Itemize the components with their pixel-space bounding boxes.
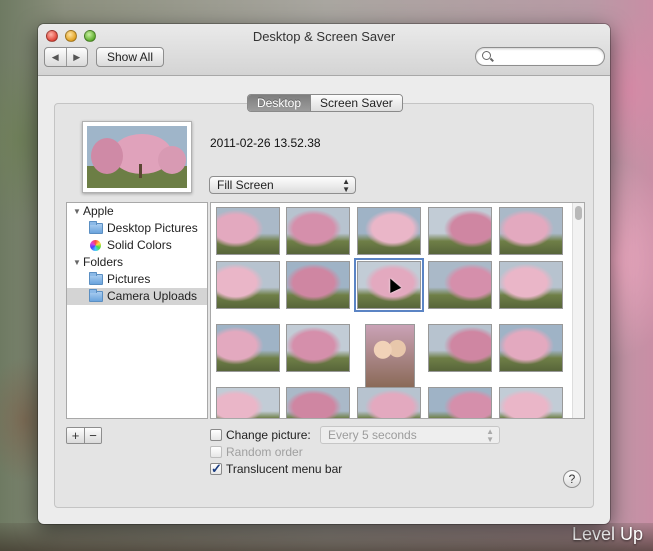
- thumbnail[interactable]: [499, 207, 563, 255]
- thumbnail[interactable]: [357, 387, 421, 418]
- random-order-option: Random order: [210, 445, 303, 459]
- disclosure-triangle-icon[interactable]: ▼: [73, 254, 81, 271]
- vertical-scrollbar[interactable]: [572, 203, 584, 418]
- search-input[interactable]: [494, 49, 599, 64]
- interval-value: Every 5 seconds: [328, 428, 417, 442]
- disclosure-triangle-icon[interactable]: ▼: [73, 203, 81, 220]
- search-icon: [482, 51, 491, 60]
- sidebar-group-folders[interactable]: ▼ Folders: [67, 254, 207, 271]
- nav-buttons: ◀ ▶: [44, 47, 88, 67]
- thumbnail[interactable]: [428, 261, 492, 309]
- thumbnail[interactable]: [216, 261, 280, 309]
- folder-icon: [89, 272, 103, 285]
- thumbnail[interactable]: [286, 387, 350, 418]
- fit-mode-value: Fill Screen: [217, 178, 274, 192]
- thumbnail[interactable]: [428, 324, 492, 372]
- sidebar-item-label: Solid Colors: [107, 238, 172, 252]
- forward-arrow-icon[interactable]: ▶: [65, 48, 88, 66]
- fit-mode-popup[interactable]: Fill Screen ▲ ▼: [209, 176, 356, 194]
- sidebar-item-label: Camera Uploads: [107, 289, 198, 303]
- sidebar-item-desktop-pictures[interactable]: Desktop Pictures: [67, 220, 207, 237]
- thumbnail[interactable]: [216, 387, 280, 418]
- sidebar-group-label: Apple: [83, 204, 114, 218]
- random-order-label: Random order: [226, 445, 303, 459]
- add-folder-button[interactable]: +: [67, 428, 84, 443]
- color-wheel-icon: [90, 240, 101, 251]
- title-bar: Desktop & Screen Saver ◀ ▶ Show All: [38, 24, 610, 76]
- back-arrow-icon[interactable]: ◀: [45, 48, 66, 66]
- folder-icon: [89, 221, 103, 234]
- thumbnail[interactable]: [499, 324, 563, 372]
- folder-icon: [89, 289, 103, 302]
- sidebar-item-pictures[interactable]: Pictures: [67, 271, 207, 288]
- random-order-checkbox: [210, 446, 222, 458]
- source-list: ▼ Apple Desktop Pictures Solid Colors ▼ …: [66, 202, 208, 419]
- interval-popup: Every 5 seconds ▲ ▼: [320, 426, 500, 444]
- scrollbar-thumb[interactable]: [575, 206, 582, 220]
- search-field[interactable]: [475, 47, 605, 66]
- sidebar-group-label: Folders: [83, 255, 124, 269]
- image-browser: [210, 202, 585, 419]
- source-list-buttons: + −: [66, 427, 102, 444]
- change-picture-label: Change picture:: [226, 428, 311, 442]
- change-picture-checkbox[interactable]: [210, 429, 222, 441]
- tab-desktop[interactable]: Desktop: [248, 95, 311, 111]
- popup-arrows-icon: ▲ ▼: [342, 177, 350, 194]
- thumbnail[interactable]: [216, 324, 280, 372]
- sidebar-item-camera-uploads[interactable]: Camera Uploads: [67, 288, 207, 305]
- sidebar-item-label: Desktop Pictures: [107, 221, 198, 235]
- translucent-menu-bar-label: Translucent menu bar: [226, 462, 343, 476]
- preferences-window: Desktop & Screen Saver ◀ ▶ Show All Desk…: [38, 24, 610, 524]
- sidebar-item-solid-colors[interactable]: Solid Colors: [67, 237, 207, 254]
- show-all-button[interactable]: Show All: [96, 47, 164, 67]
- current-wallpaper-preview: [82, 121, 192, 193]
- tab-screen-saver[interactable]: Screen Saver: [310, 95, 402, 111]
- watermark-text: Level Up: [571, 524, 643, 544]
- preview-photo: [87, 126, 187, 188]
- popup-arrows-icon: ▲ ▼: [486, 427, 494, 444]
- tab-bar: Desktop Screen Saver: [247, 94, 403, 112]
- help-button[interactable]: ?: [563, 470, 581, 488]
- thumbnail[interactable]: [428, 207, 492, 255]
- thumbnail[interactable]: [499, 261, 563, 309]
- translucent-menu-bar-checkbox[interactable]: [210, 461, 222, 477]
- thumbnail[interactable]: [286, 207, 350, 255]
- thumbnail[interactable]: [365, 324, 415, 388]
- window-title: Desktop & Screen Saver: [252, 29, 396, 44]
- thumbnail[interactable]: [428, 387, 492, 418]
- change-picture-option[interactable]: Change picture:: [210, 428, 311, 442]
- remove-folder-button[interactable]: −: [84, 428, 101, 443]
- sidebar-group-apple[interactable]: ▼ Apple: [67, 203, 207, 220]
- desktop-background: [0, 523, 653, 551]
- thumbnail[interactable]: [286, 324, 350, 372]
- thumbnail[interactable]: [499, 387, 563, 418]
- translucent-menu-bar-option[interactable]: Translucent menu bar: [210, 461, 343, 477]
- thumbnail[interactable]: [357, 207, 421, 255]
- sidebar-item-label: Pictures: [107, 272, 151, 286]
- wallpaper-filename: 2011-02-26 13.52.38: [210, 136, 321, 150]
- thumbnail[interactable]: [216, 207, 280, 255]
- thumbnail[interactable]: [286, 261, 350, 309]
